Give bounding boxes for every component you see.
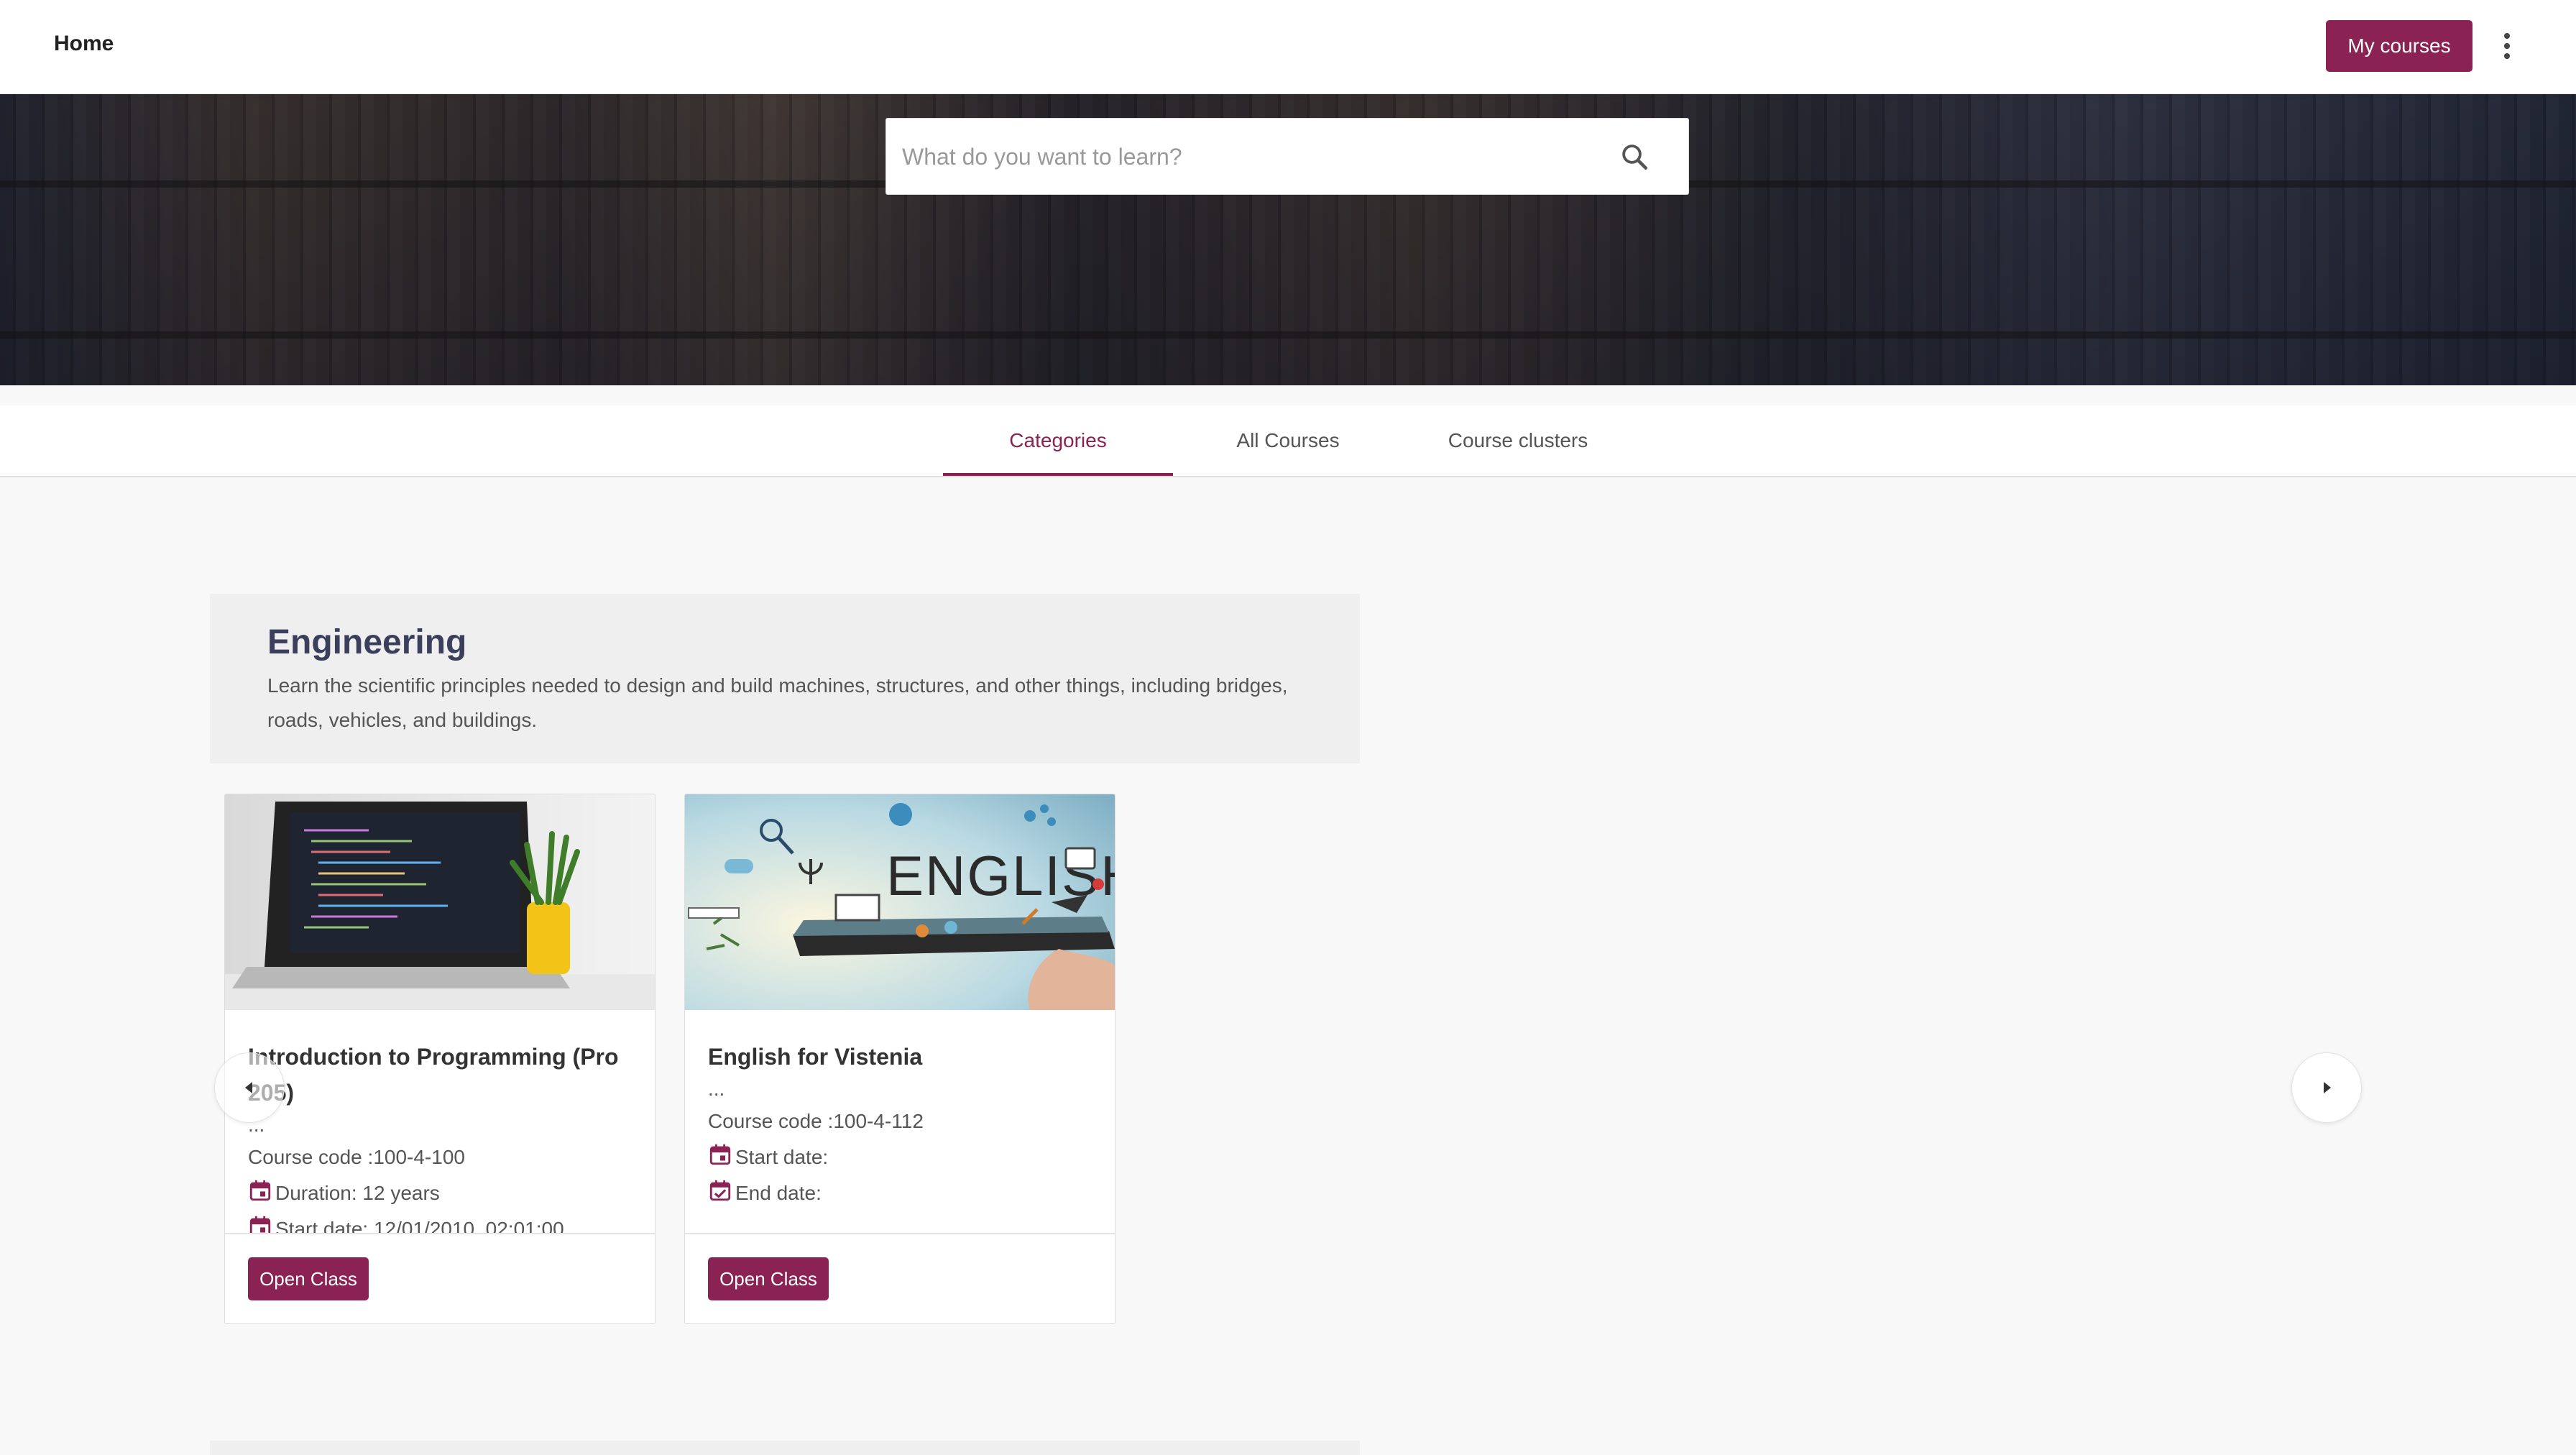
course-ellipsis: ... <box>248 1114 265 1136</box>
course-code: Course code :100-4-100 <box>248 1146 465 1168</box>
kebab-menu-icon[interactable] <box>2494 29 2520 66</box>
category-description: Learn the scientific principles needed t… <box>267 674 1288 731</box>
course-start-text: Start date: <box>735 1146 829 1168</box>
carousel-prev-button[interactable] <box>214 1052 285 1123</box>
next-category-header <box>210 1441 1360 1455</box>
calendar-check-icon <box>709 1180 731 1201</box>
course-code: Course code :100-4-112 <box>708 1110 924 1132</box>
tab-course-clusters[interactable]: Course clusters <box>1403 405 1633 476</box>
course-end-text: End date: <box>735 1182 822 1204</box>
tab-bar: Categories All Courses Course clusters <box>0 405 2576 477</box>
search-icon[interactable] <box>1619 142 1650 172</box>
laptop-image <box>225 794 655 1010</box>
course-card-footer: Open Class <box>225 1233 655 1323</box>
course-card[interactable]: ENGLISH English for Vistenia ... Course … <box>684 794 1116 1324</box>
chevron-right-icon <box>2324 1082 2331 1093</box>
course-end-date: End date: <box>708 1175 1092 1211</box>
course-card[interactable]: Introduction to Programming (Pro 205) ..… <box>224 794 656 1324</box>
chevron-left-icon <box>245 1082 252 1093</box>
calendar-icon <box>709 1144 731 1165</box>
course-duration: Duration: 12 years <box>248 1175 632 1211</box>
course-card-footer: Open Class <box>685 1233 1115 1323</box>
course-title[interactable]: English for Vistenia <box>708 1039 1092 1075</box>
course-start-date: Start date: <box>708 1139 1092 1175</box>
calendar-icon <box>249 1180 271 1201</box>
course-ellipsis: ... <box>708 1078 725 1100</box>
tab-all-courses[interactable]: All Courses <box>1173 405 1403 476</box>
carousel-next-button[interactable] <box>2291 1052 2362 1123</box>
course-title[interactable]: Introduction to Programming (Pro 205) <box>248 1039 632 1111</box>
top-navbar: Home My courses <box>0 0 2576 94</box>
home-link[interactable]: Home <box>54 32 114 56</box>
category-title: Engineering <box>267 623 467 661</box>
open-class-button[interactable]: Open Class <box>708 1257 829 1300</box>
course-duration-text: Duration: 12 years <box>275 1182 440 1204</box>
my-courses-button[interactable]: My courses <box>2326 20 2472 72</box>
search-input[interactable] <box>901 119 1593 196</box>
open-class-button[interactable]: Open Class <box>248 1257 369 1300</box>
category-header: Engineering Learn the scientific princip… <box>210 594 1360 763</box>
tab-categories[interactable]: Categories <box>943 405 1173 476</box>
english-tablet-image: ENGLISH <box>685 794 1115 1010</box>
search-bar <box>886 118 1689 196</box>
